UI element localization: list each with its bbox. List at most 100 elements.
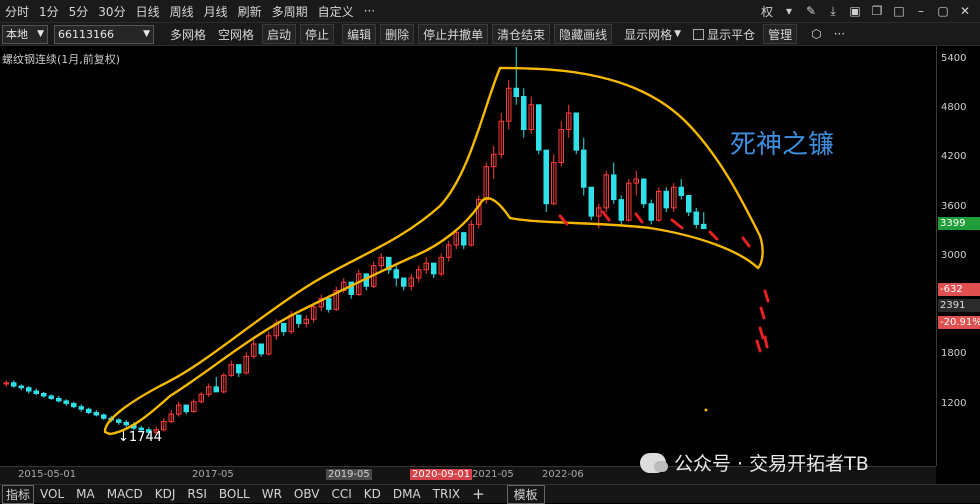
candle-body — [258, 343, 264, 355]
y-tick-label: 1800 — [941, 348, 967, 359]
y-tick-label: 4200 — [941, 151, 967, 162]
add-indicator-button[interactable]: + — [466, 485, 491, 503]
maximize-icon[interactable]: ▢ — [932, 4, 954, 18]
hexagon-icon[interactable]: ⬡ — [807, 25, 825, 43]
y-tick-label: 3600 — [941, 201, 967, 212]
candle-body — [33, 390, 39, 394]
x-tick-label: 2021-05 — [472, 469, 514, 480]
red-hand-mark — [763, 335, 769, 349]
multi-period-button[interactable]: 多周期 — [267, 3, 313, 20]
y-tick-label: 4800 — [941, 102, 967, 113]
candle-body — [686, 195, 692, 213]
period-tab-5min[interactable]: 5分 — [64, 3, 94, 20]
red-hand-mark — [758, 326, 765, 340]
quan-label[interactable]: 权 — [756, 3, 778, 20]
indicator-tab-kd[interactable]: KD — [358, 487, 387, 501]
edit-button[interactable]: 编辑 — [342, 24, 377, 44]
watermark-text: 公众号 · 交易开拓者TB — [674, 453, 869, 475]
indicator-tab-rsi[interactable]: RSI — [181, 487, 213, 501]
candle-body — [101, 414, 107, 419]
indicator-tab-trix[interactable]: TRIX — [427, 487, 466, 501]
minimize-icon[interactable]: – — [910, 4, 932, 18]
chevron-down-icon[interactable]: ▾ — [778, 4, 800, 18]
x-tick-label: 2019-05 — [326, 469, 372, 480]
price-axis: 5400 4800 4200 3600 3000 2400 1800 1200 … — [936, 46, 980, 466]
account-id-select[interactable]: 66113166 ▼ — [54, 24, 154, 44]
period-tab-daily[interactable]: 日线 — [131, 3, 165, 20]
candle-body — [183, 404, 189, 413]
strategy-toolbar: 本地 ▼ 66113166 ▼ 多网格 空网格 启动 停止 编辑 删除 停止并撤… — [0, 23, 980, 46]
change-tag: -632 — [938, 283, 980, 296]
delete-button[interactable]: 删除 — [380, 24, 415, 44]
x-tick-label-highlight: 2020-09-01 — [410, 469, 473, 480]
account-select[interactable]: 本地 ▼ — [2, 24, 48, 44]
indicator-tab-obv[interactable]: OBV — [288, 487, 326, 501]
candle-body — [281, 322, 287, 333]
period-tab-1min[interactable]: 1分 — [34, 3, 64, 20]
indicator-tab-macd[interactable]: MACD — [101, 487, 149, 501]
candle-body — [123, 421, 129, 426]
candle-body — [213, 386, 219, 393]
candle-body — [116, 419, 122, 423]
chevron-down-icon: ▼ — [143, 29, 150, 39]
more-periods-button[interactable]: ··· — [359, 4, 380, 18]
red-hand-mark — [755, 339, 762, 353]
candle-body — [78, 406, 84, 410]
download-icon[interactable]: ⤓ — [822, 4, 844, 19]
price-chart[interactable] — [0, 46, 936, 466]
image-icon[interactable]: ▣ — [844, 4, 866, 18]
template-button[interactable]: 模板 — [506, 484, 545, 504]
wechat-icon — [640, 452, 668, 473]
manage-button[interactable]: 管理 — [763, 24, 798, 44]
custom-period-button[interactable]: 自定义 — [313, 3, 359, 20]
checkbox-icon — [693, 28, 705, 40]
indicator-tab-kdj[interactable]: KDJ — [149, 487, 182, 501]
indicator-tab-main[interactable]: 指标 — [2, 484, 35, 504]
window-icon[interactable]: □ — [888, 4, 910, 18]
base-price-tag: 2391 — [938, 299, 980, 312]
toolbar-more-button[interactable]: ··· — [830, 25, 849, 43]
candle-body — [93, 411, 99, 416]
candle-body — [26, 387, 32, 392]
candle-body — [18, 385, 24, 389]
indicator-tab-vol[interactable]: VOL — [34, 487, 70, 501]
red-hand-mark — [634, 212, 644, 224]
start-button[interactable]: 启动 — [262, 24, 297, 44]
close-icon[interactable]: ✕ — [954, 4, 976, 18]
close-positions-button[interactable]: 清仓结束 — [492, 24, 551, 44]
candle-body — [588, 186, 594, 217]
red-hand-mark — [763, 289, 770, 303]
candle-body — [236, 364, 242, 374]
account-id-value: 66113166 — [58, 27, 114, 41]
hide-drawings-button[interactable]: 隐藏画线 — [554, 24, 613, 44]
period-tab-weekly[interactable]: 周线 — [165, 3, 199, 20]
indicator-tab-ma[interactable]: MA — [70, 487, 101, 501]
candle-body — [581, 149, 587, 188]
indicator-tab-cci[interactable]: CCI — [325, 487, 357, 501]
indicator-tab-wr[interactable]: WR — [256, 487, 288, 501]
copy-icon[interactable]: ❐ — [866, 4, 888, 18]
red-hand-mark — [670, 218, 684, 230]
period-tab-30min[interactable]: 30分 — [93, 3, 130, 20]
stop-button[interactable]: 停止 — [300, 24, 335, 44]
x-tick-label: 2022-06 — [542, 469, 584, 480]
indicator-tab-boll[interactable]: BOLL — [213, 487, 256, 501]
candle-body — [71, 402, 77, 408]
chevron-down-icon: ▼ — [37, 29, 44, 39]
show-flat-checkbox[interactable]: 显示平仓 — [689, 25, 759, 43]
candle-body — [618, 199, 624, 221]
show-grid-label: 显示网格 — [624, 27, 673, 42]
x-tick-label: 2017-05 — [192, 469, 234, 480]
period-tab-fenshi[interactable]: 分时 — [0, 3, 34, 20]
refresh-button[interactable]: 刷新 — [233, 3, 267, 20]
multi-grid-button[interactable]: 多网格 — [166, 25, 210, 43]
stop-and-cancel-button[interactable]: 停止并撤单 — [418, 24, 489, 44]
indicator-tab-dma[interactable]: DMA — [387, 487, 427, 501]
red-hand-mark — [601, 210, 611, 222]
short-grid-button[interactable]: 空网格 — [214, 25, 258, 43]
period-tab-monthly[interactable]: 月线 — [199, 3, 233, 20]
edit-icon[interactable]: ✎ — [800, 4, 822, 18]
y-tick-label: 1200 — [941, 398, 967, 409]
period-bar: 分时 1分 5分 30分 日线 周线 月线 刷新 多周期 自定义 ··· 权 ▾… — [0, 0, 980, 23]
show-grid-toggle[interactable]: 显示网格 ▼ — [620, 25, 685, 43]
